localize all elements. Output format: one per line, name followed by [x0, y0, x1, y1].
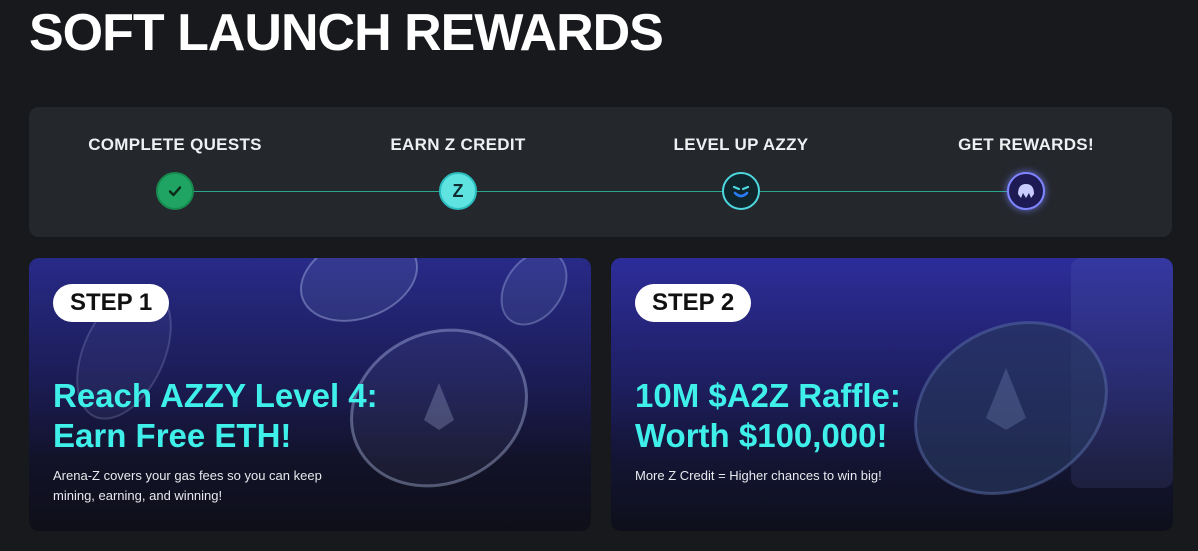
- step-1-card[interactable]: STEP 1 Reach AZZY Level 4: Earn Free ETH…: [29, 258, 591, 531]
- z-credit-icon: Z: [439, 172, 477, 210]
- step-2-headline-line1: 10M $A2Z Raffle:: [635, 377, 901, 414]
- reward-icon: [1007, 172, 1045, 210]
- step-2-headline: 10M $A2Z Raffle: Worth $100,000!: [635, 376, 1155, 456]
- step-2-badge: STEP 2: [635, 284, 752, 322]
- step-1-badge: STEP 1: [53, 284, 170, 322]
- progress-track: [175, 191, 1027, 192]
- step-1-description: Arena-Z covers your gas fees so you can …: [53, 468, 322, 503]
- step-2-card[interactable]: STEP 2 10M $A2Z Raffle: Worth $100,000! …: [611, 258, 1173, 531]
- check-icon: [156, 172, 194, 210]
- azzy-face-icon: [722, 172, 760, 210]
- progress-steps-panel: COMPLETE QUESTS EARN Z CREDIT LEVEL UP A…: [29, 107, 1172, 237]
- page-title: SOFT LAUNCH REWARDS: [29, 4, 664, 62]
- z-credit-glyph: Z: [452, 180, 464, 201]
- step-label-complete-quests: COMPLETE QUESTS: [88, 135, 262, 154]
- step-2-headline-line2: Worth $100,000!: [635, 417, 888, 454]
- step-2-description: More Z Credit = Higher chances to win bi…: [635, 468, 882, 483]
- step-1-headline: Reach AZZY Level 4: Earn Free ETH!: [53, 376, 573, 456]
- step-1-headline-line2: Earn Free ETH!: [53, 417, 292, 454]
- step-label-level-up-azzy: LEVEL UP AZZY: [673, 135, 809, 154]
- step-label-earn-z-credit: EARN Z CREDIT: [390, 135, 526, 154]
- step-1-headline-line1: Reach AZZY Level 4:: [53, 377, 378, 414]
- step-label-get-rewards: GET REWARDS!: [958, 135, 1094, 154]
